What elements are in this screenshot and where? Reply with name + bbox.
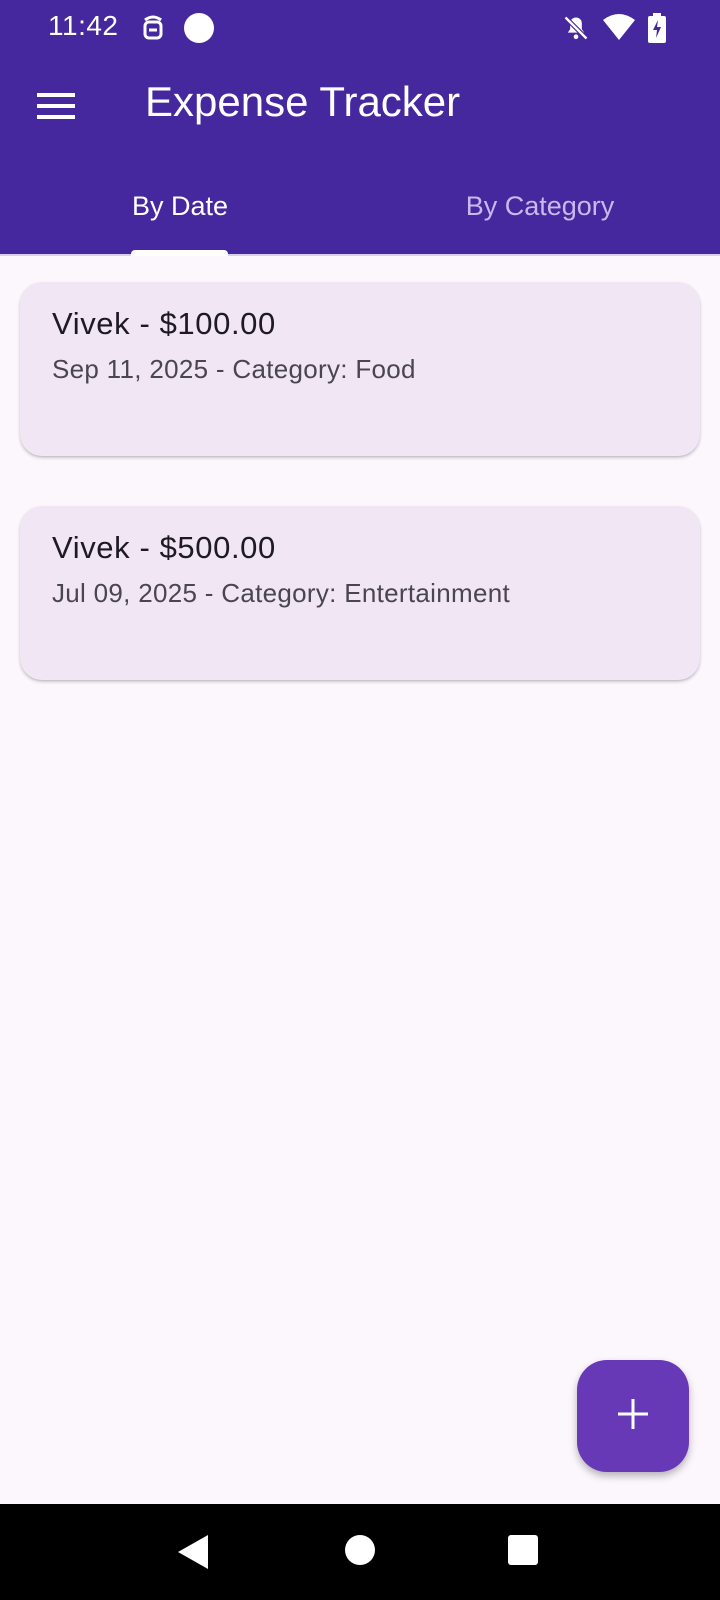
add-expense-button[interactable]: [577, 1360, 689, 1472]
notifications-off-icon: [562, 14, 590, 47]
menu-button[interactable]: [30, 82, 82, 134]
back-icon[interactable]: [176, 1534, 210, 1575]
tab-bar: By Date By Category: [0, 156, 720, 256]
tab-indicator: [131, 250, 228, 256]
expense-card[interactable]: Vivek - $500.00 Jul 09, 2025 - Category:…: [20, 506, 700, 680]
app-bar: Expense Tracker: [0, 56, 720, 156]
recents-icon[interactable]: [508, 1535, 538, 1570]
tab-by-category[interactable]: By Category: [360, 156, 720, 256]
system-navigation-bar: [0, 1504, 720, 1600]
status-bar: 11:42: [0, 0, 720, 56]
battery-charging-icon: [648, 13, 666, 48]
expense-subtitle: Sep 11, 2025 - Category: Food: [52, 354, 416, 384]
home-icon[interactable]: [344, 1534, 376, 1571]
expense-card[interactable]: Vivek - $100.00 Sep 11, 2025 - Category:…: [20, 282, 700, 456]
circle-dot-icon: [183, 12, 215, 49]
pinned-app-icon: [140, 14, 166, 49]
tab-by-date[interactable]: By Date: [0, 156, 360, 256]
expense-title: Vivek - $500.00: [52, 530, 276, 565]
status-time: 11:42: [48, 10, 119, 41]
hamburger-menu-icon: [37, 92, 75, 125]
expense-title: Vivek - $100.00: [52, 306, 276, 341]
plus-icon: [617, 1398, 649, 1435]
page-title: Expense Tracker: [145, 78, 461, 125]
expense-subtitle: Jul 09, 2025 - Category: Entertainment: [52, 578, 510, 608]
wifi-icon: [603, 14, 635, 47]
